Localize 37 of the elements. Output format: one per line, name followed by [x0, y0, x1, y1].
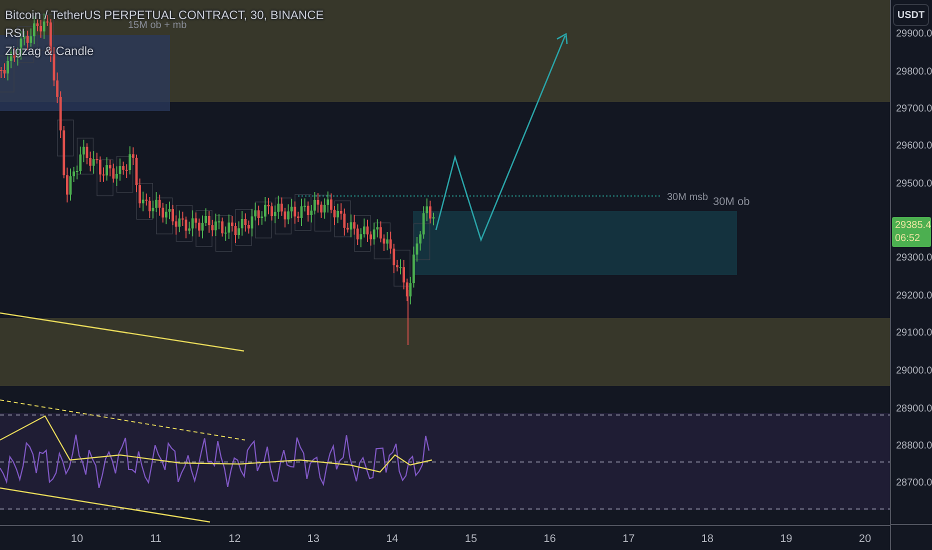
time-label: 10: [70, 533, 84, 545]
zigzag-box: [294, 194, 312, 231]
price-label: 29000.0: [896, 366, 932, 376]
line-label: 30M msb: [667, 192, 708, 203]
price-label: 28800.0: [896, 440, 932, 452]
price-label: 28900.0: [896, 404, 932, 414]
zigzag-box: [156, 198, 173, 234]
zigzag-box: [394, 250, 410, 286]
time-label: 17: [622, 533, 635, 545]
price-label: 29500.0: [896, 178, 932, 190]
time-label: 11: [150, 533, 162, 545]
price-label: 29600.0: [896, 140, 932, 152]
countdown: 06:52: [894, 232, 922, 245]
currency-button[interactable]: USDT: [893, 4, 929, 26]
zone-label: 15M ob + mb: [128, 20, 187, 31]
price-label: 28700.0: [896, 478, 932, 488]
price-label: 29100.0: [896, 328, 932, 338]
zigzag-box: [196, 210, 212, 247]
time-label: 16: [544, 533, 556, 545]
time-label: 19: [780, 533, 792, 545]
time-label: 12: [228, 533, 241, 545]
time-label: 13: [307, 533, 320, 545]
zigzag-box: [57, 120, 74, 156]
time-label: 15: [464, 533, 478, 545]
zone-label: 30M ob: [713, 196, 750, 208]
price-label: 29900.0: [896, 28, 932, 40]
zigzag-box: [255, 202, 272, 238]
price-label: 29800.0: [896, 66, 932, 78]
time-label: 20: [858, 533, 872, 545]
last-price: 29385.4: [894, 219, 931, 232]
price-label: 29200.0: [896, 290, 932, 302]
time-label: 18: [701, 533, 714, 545]
time-label: 14: [386, 533, 398, 545]
price-label: 29300.0: [896, 252, 932, 264]
legend-text: Bitcoin / TetherUS PERPETUAL CONTRACT, 30, BINANCE: [5, 8, 324, 22]
zigzag-box: [96, 159, 114, 196]
price-label: 29700.0: [896, 104, 932, 114]
